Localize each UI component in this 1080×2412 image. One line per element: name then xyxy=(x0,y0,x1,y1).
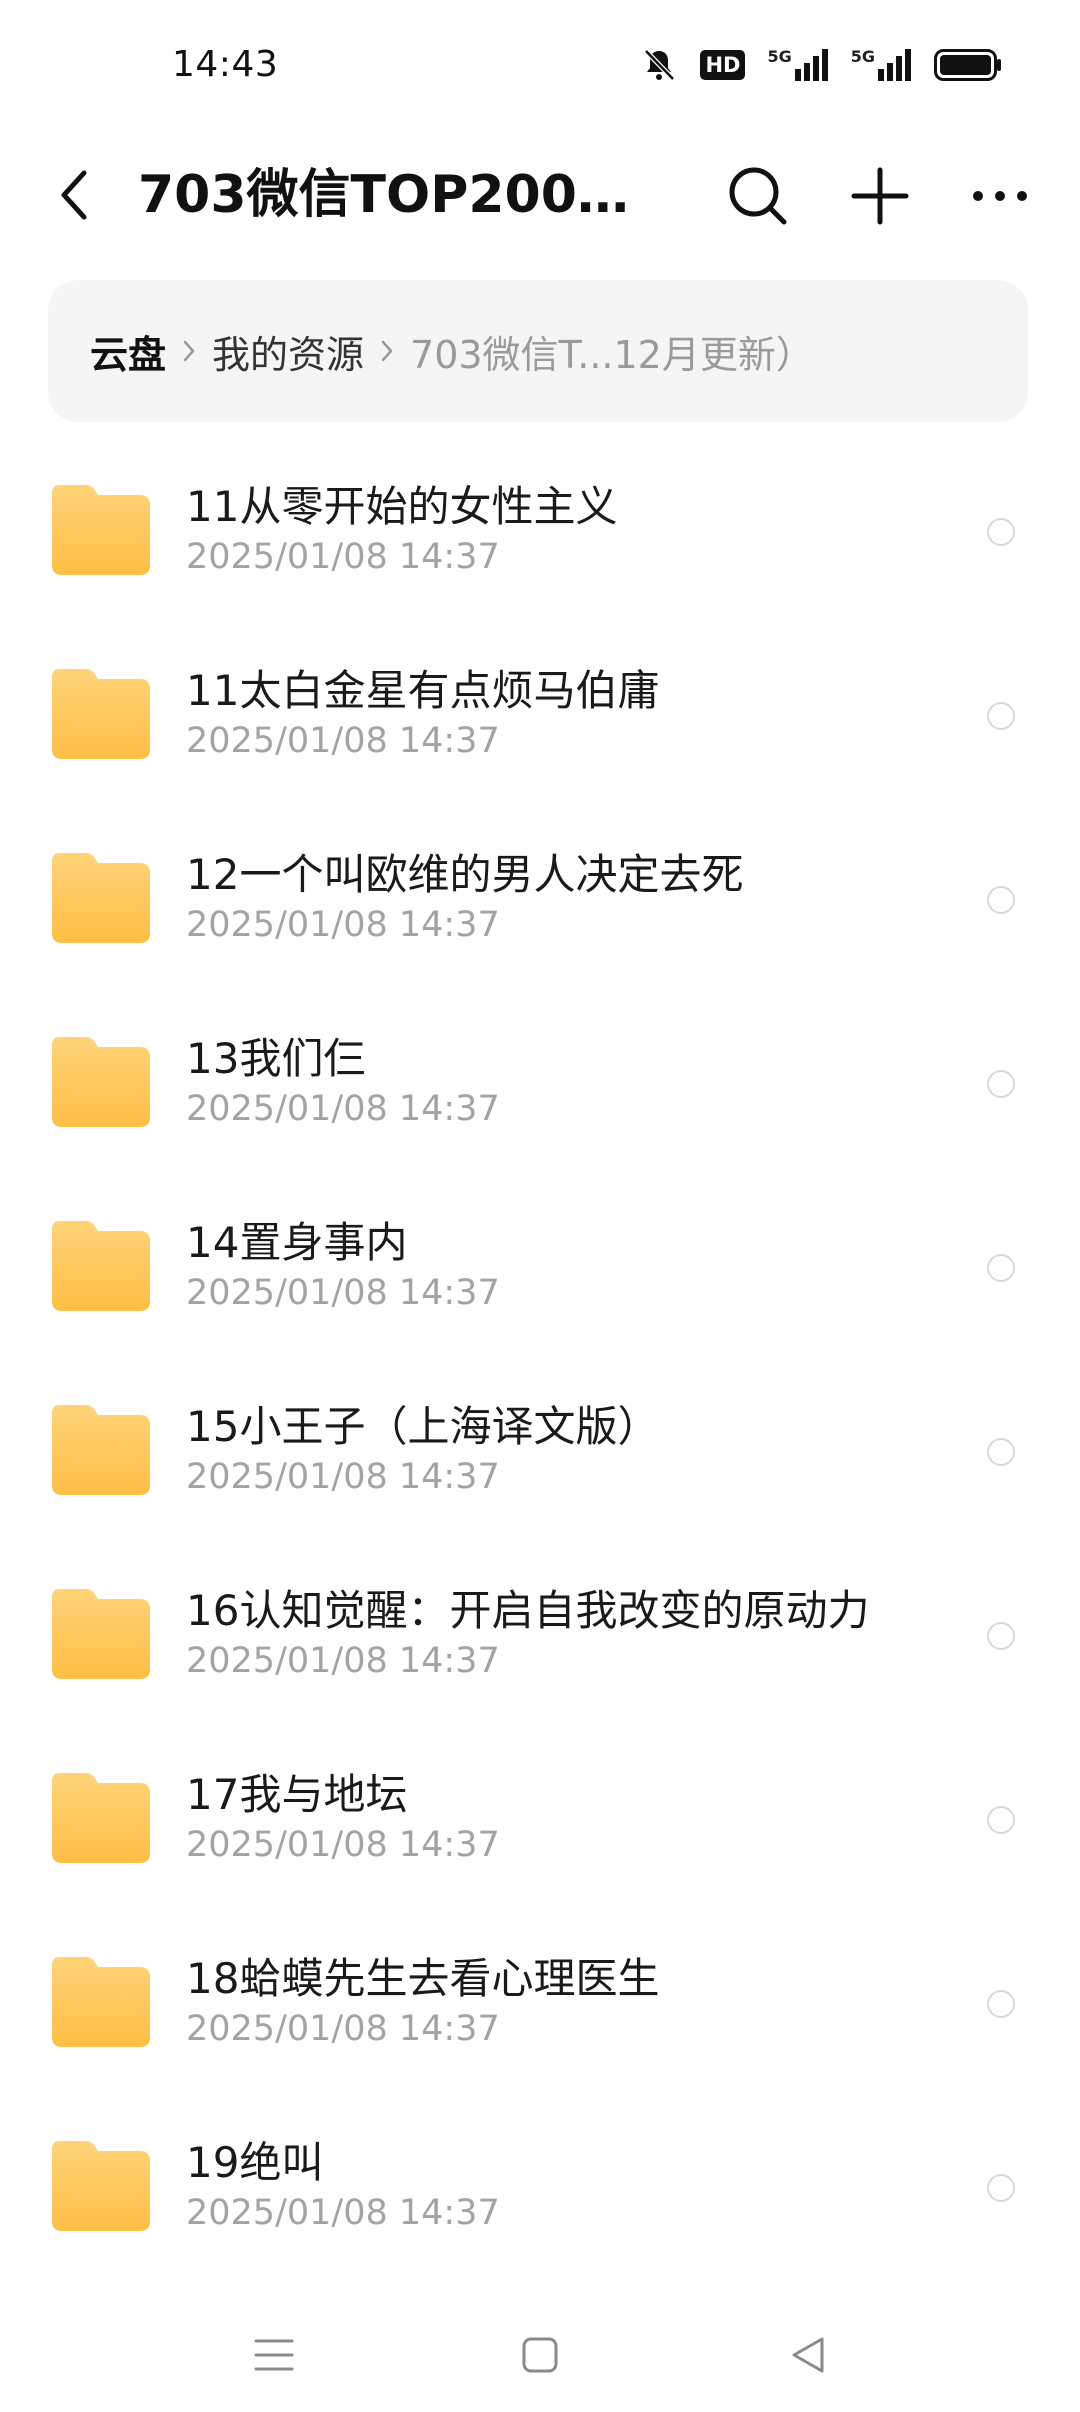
folder-icon xyxy=(52,853,150,943)
select-radio[interactable] xyxy=(987,518,1015,546)
more-horizontal-icon xyxy=(973,191,1027,201)
header: 703微信TOP200书... xyxy=(0,140,1080,250)
file-name: 16认知觉醒：开启自我改变的原动力 xyxy=(186,1586,870,1635)
file-name: 14置身事内 xyxy=(186,1218,408,1267)
battery-icon xyxy=(934,49,1002,81)
more-button[interactable] xyxy=(962,158,1038,234)
chevron-right-icon xyxy=(182,338,196,364)
folder-icon xyxy=(52,1221,150,1311)
file-date: 2025/01/08 14:37 xyxy=(186,2009,500,2049)
file-date: 2025/01/08 14:37 xyxy=(186,1089,500,1129)
bell-muted-icon xyxy=(640,46,678,84)
breadcrumb-current: 703微信T...12月更新） xyxy=(410,332,814,377)
breadcrumb: 云盘 我的资源 703微信T...12月更新） xyxy=(48,280,1028,422)
list-item[interactable]: 15小王子（上海译文版） 2025/01/08 14:37 xyxy=(0,1353,1080,1537)
list-item[interactable]: 13我们仨 2025/01/08 14:37 xyxy=(0,985,1080,1169)
folder-icon xyxy=(52,1957,150,2047)
select-radio[interactable] xyxy=(987,1990,1015,2018)
folder-icon xyxy=(52,669,150,759)
add-button[interactable] xyxy=(842,158,918,234)
status-icons: HD 5G 5G xyxy=(640,46,1002,84)
folder-icon xyxy=(52,1037,150,1127)
list-item[interactable]: 14置身事内 2025/01/08 14:37 xyxy=(0,1169,1080,1353)
search-button[interactable] xyxy=(720,158,796,234)
chevron-right-icon xyxy=(380,338,394,364)
file-name: 12一个叫欧维的男人决定去死 xyxy=(186,850,744,899)
status-bar: 14:43 HD 5G 5G xyxy=(0,0,1080,130)
page-title: 703微信TOP200书... xyxy=(138,165,648,225)
file-date: 2025/01/08 14:37 xyxy=(186,1273,500,1313)
file-date: 2025/01/08 14:37 xyxy=(186,1457,500,1497)
hd-icon: HD xyxy=(700,50,746,80)
nav-back-button[interactable] xyxy=(768,2320,848,2390)
list-item[interactable]: 16认知觉醒：开启自我改变的原动力 2025/01/08 14:37 xyxy=(0,1537,1080,1721)
folder-icon xyxy=(52,1773,150,1863)
select-radio[interactable] xyxy=(987,1438,1015,1466)
list-item[interactable]: 11从零开始的女性主义 2025/01/08 14:37 xyxy=(0,433,1080,617)
breadcrumb-level1[interactable]: 我的资源 xyxy=(212,324,364,379)
file-date: 2025/01/08 14:37 xyxy=(186,1825,500,1865)
file-name: 19绝叫 xyxy=(186,2138,324,2187)
nav-home-button[interactable] xyxy=(500,2320,580,2390)
folder-icon xyxy=(52,1405,150,1495)
file-list: 11从零开始的女性主义 2025/01/08 14:37 11太白金星有点烦马伯… xyxy=(0,433,1080,2273)
signal-5g-icon: 5G xyxy=(767,49,828,81)
system-nav-bar xyxy=(0,2300,1080,2412)
breadcrumb-root[interactable]: 云盘 xyxy=(90,324,166,379)
file-name: 11从零开始的女性主义 xyxy=(186,482,618,531)
select-radio[interactable] xyxy=(987,1254,1015,1282)
search-icon xyxy=(729,167,787,225)
file-date: 2025/01/08 14:37 xyxy=(186,537,500,577)
select-radio[interactable] xyxy=(987,1070,1015,1098)
list-item[interactable]: 12一个叫欧维的男人决定去死 2025/01/08 14:37 xyxy=(0,801,1080,985)
plus-icon xyxy=(851,167,909,225)
triangle-back-icon xyxy=(792,2337,824,2373)
menu-lines-icon xyxy=(254,2339,294,2371)
list-item[interactable]: 18蛤蟆先生去看心理医生 2025/01/08 14:37 xyxy=(0,1905,1080,2089)
file-name: 13我们仨 xyxy=(186,1034,366,1083)
file-name: 15小王子（上海译文版） xyxy=(186,1402,660,1451)
select-radio[interactable] xyxy=(987,1622,1015,1650)
file-date: 2025/01/08 14:37 xyxy=(186,721,500,761)
folder-icon xyxy=(52,2141,150,2231)
file-name: 11太白金星有点烦马伯庸 xyxy=(186,666,660,715)
file-date: 2025/01/08 14:37 xyxy=(186,1641,500,1681)
list-item[interactable]: 19绝叫 2025/01/08 14:37 xyxy=(0,2089,1080,2273)
square-home-icon xyxy=(522,2337,558,2373)
folder-icon xyxy=(52,485,150,575)
file-name: 17我与地坛 xyxy=(186,1770,408,1819)
back-button[interactable] xyxy=(44,160,104,230)
list-item[interactable]: 17我与地坛 2025/01/08 14:37 xyxy=(0,1721,1080,1905)
file-date: 2025/01/08 14:37 xyxy=(186,2193,500,2233)
list-item[interactable]: 11太白金星有点烦马伯庸 2025/01/08 14:37 xyxy=(0,617,1080,801)
select-radio[interactable] xyxy=(987,1806,1015,1834)
select-radio[interactable] xyxy=(987,702,1015,730)
select-radio[interactable] xyxy=(987,886,1015,914)
select-radio[interactable] xyxy=(987,2174,1015,2202)
nav-recents-button[interactable] xyxy=(234,2320,314,2390)
file-date: 2025/01/08 14:37 xyxy=(186,905,500,945)
signal-5g-data-icon: 5G xyxy=(851,49,912,81)
status-time: 14:43 xyxy=(172,44,279,85)
folder-icon xyxy=(52,1589,150,1679)
file-name: 18蛤蟆先生去看心理医生 xyxy=(186,1954,660,2003)
chevron-left-icon xyxy=(61,170,87,220)
